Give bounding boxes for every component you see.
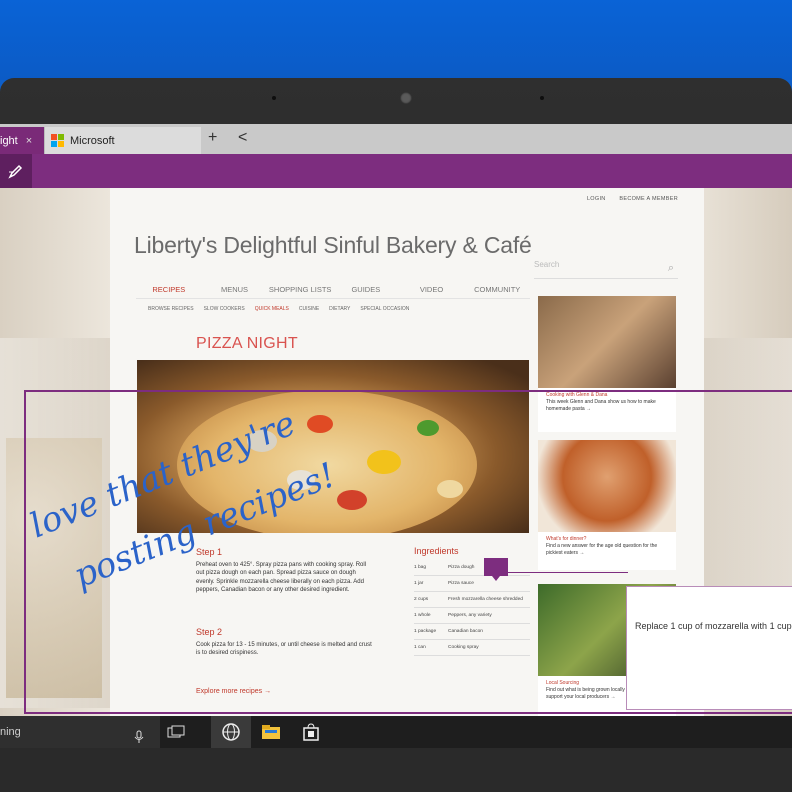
comment-box[interactable]: Replace 1 cup of mozzarella with 1 cup xyxy=(626,586,792,710)
microphone-icon[interactable] xyxy=(134,724,144,743)
comment-marker-icon[interactable] xyxy=(484,558,508,581)
edge-browser-icon[interactable] xyxy=(211,716,251,748)
taskbar-search-text: ning xyxy=(0,726,21,738)
laptop-bottom-bezel xyxy=(0,748,792,792)
taskbar: ning xyxy=(0,716,792,748)
sensor-dot xyxy=(272,96,276,100)
sensor-dot xyxy=(540,96,544,100)
laptop-screen: ight × Microsoft + < LOGIN BECOME A MEMB… xyxy=(0,124,792,748)
task-view-icon[interactable] xyxy=(156,716,196,748)
webcam xyxy=(400,92,412,104)
comment-connector xyxy=(508,572,628,573)
taskbar-search-input[interactable]: ning xyxy=(0,716,160,748)
comment-text: Replace 1 cup of mozzarella with 1 cup xyxy=(635,621,792,631)
file-explorer-icon[interactable] xyxy=(251,716,291,748)
background-blue xyxy=(0,0,792,80)
store-icon[interactable] xyxy=(291,716,331,748)
